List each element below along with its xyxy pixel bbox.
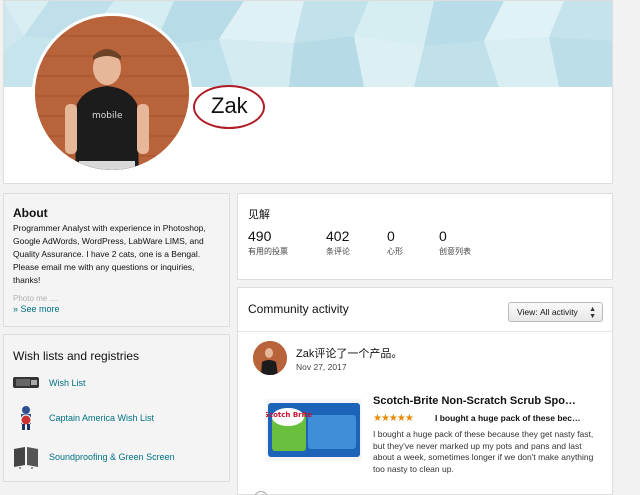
- action-figure-icon: [12, 406, 40, 430]
- wishlist-label: Wish List: [49, 378, 86, 388]
- activity-date: Nov 27, 2017: [296, 362, 347, 372]
- divider: [238, 331, 612, 332]
- star-rating: ★★★★★: [373, 413, 414, 424]
- stat-value: 402: [326, 228, 350, 244]
- stat-reviews: 402 条评论: [326, 228, 350, 257]
- sponge-pack-icon: Scotch Brite: [264, 399, 362, 461]
- about-title: About: [13, 206, 48, 220]
- stat-value: 0: [387, 228, 395, 244]
- stat-label: 心形: [387, 247, 403, 256]
- review-body: I bought a huge pack of these because th…: [373, 429, 594, 474]
- community-activity-section: Community activity View: All activity ▲ ▼…: [237, 287, 613, 495]
- stat-label: 创意列表: [439, 247, 471, 256]
- stat-label: 条评论: [326, 247, 350, 256]
- profile-header: mobile Zak: [3, 0, 613, 184]
- panel-icon: [12, 445, 40, 469]
- product-title[interactable]: Scotch-Brite Non-Scratch Scrub Spo…: [373, 395, 576, 407]
- person-photo-icon: [253, 341, 287, 375]
- view-filter-select[interactable]: View: All activity ▲ ▼: [508, 302, 603, 322]
- about-faded-text: Photo me ....: [13, 294, 59, 303]
- profile-avatar[interactable]: mobile: [32, 13, 192, 173]
- view-filter-label: View:: [517, 307, 538, 317]
- wishlist-item[interactable]: Wish List: [12, 369, 222, 397]
- view-filter-value: All activity: [540, 307, 578, 317]
- wishlists-section: Wish lists and registries Wish List Capt…: [3, 334, 230, 482]
- wishlist-item[interactable]: Captain America Wish List: [12, 404, 222, 432]
- see-more-link[interactable]: » See more: [13, 304, 60, 314]
- wishlist-label: Captain America Wish List: [49, 413, 155, 423]
- wishlist-label: Soundproofing & Green Screen: [49, 452, 175, 462]
- stat-label: 有用的投票: [248, 247, 288, 256]
- stat-value: 490: [248, 228, 272, 244]
- about-text: Programmer Analyst with experience in Ph…: [13, 223, 206, 285]
- about-section: About Programmer Analyst with experience…: [3, 193, 230, 327]
- stat-value: 0: [439, 228, 447, 244]
- person-photo-icon: mobile: [35, 16, 189, 170]
- next-activity-avatar: [254, 491, 268, 495]
- product-brand: Scotch Brite: [266, 411, 312, 419]
- profile-name: Zak: [211, 93, 248, 118]
- updown-arrow-icon: ▲ ▼: [589, 306, 596, 320]
- profile-page: mobile Zak About Programmer Analyst with…: [0, 0, 640, 495]
- wishlist-item[interactable]: Soundproofing & Green Screen: [12, 443, 222, 471]
- insights-title: 见解: [248, 209, 270, 221]
- stat-helpful-votes: 490 有用的投票: [248, 228, 288, 257]
- stat-hearts: 0 心形: [387, 228, 403, 257]
- svg-text:mobile: mobile: [92, 111, 123, 121]
- activity-text: Zak评论了一个产品。: [296, 348, 403, 360]
- product-image[interactable]: Scotch Brite: [264, 399, 362, 461]
- community-title: Community activity: [248, 302, 349, 316]
- insights-section: 见解 490 有用的投票 402 条评论 0 心形 0 创意列表: [237, 193, 613, 280]
- stat-idea-lists: 0 创意列表: [439, 228, 471, 257]
- wishlists-title: Wish lists and registries: [13, 349, 140, 363]
- activity-avatar[interactable]: [253, 341, 287, 375]
- review-headline[interactable]: I bought a huge pack of these bec…: [435, 413, 580, 423]
- product-thumbnail-icon: [12, 371, 40, 395]
